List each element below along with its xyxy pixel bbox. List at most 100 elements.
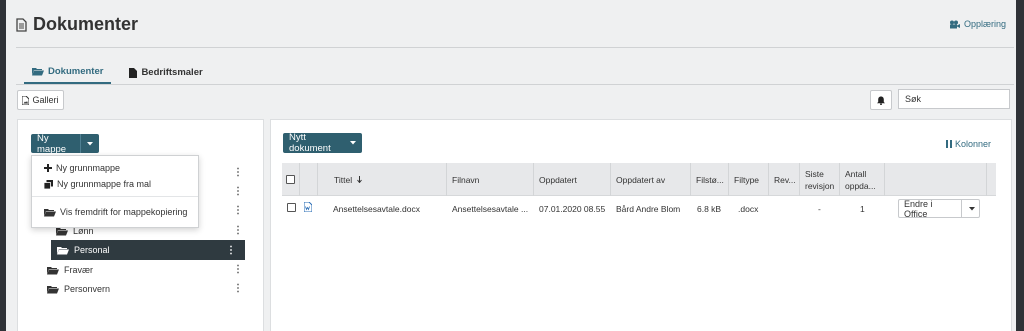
menu-item-new-root-folder[interactable]: Ny grunnmappe: [44, 163, 120, 173]
column-header-title[interactable]: Tittel: [317, 163, 446, 196]
tabs-divider: [16, 84, 1014, 85]
column-header-filename[interactable]: Filnavn: [446, 163, 533, 196]
tree-item-label: Personal: [74, 245, 110, 255]
folder-menu-dots[interactable]: ⋮: [233, 284, 243, 294]
column-header-updated[interactable]: Oppdatert: [533, 163, 610, 196]
search-input[interactable]: [898, 89, 1010, 109]
tab-bar: Dokumenter Bedriftsmaler: [24, 64, 211, 84]
file-icon: [129, 67, 138, 78]
window-edge-left: [0, 0, 6, 331]
folder-open-icon: [47, 266, 59, 275]
cell-filetype: .docx: [738, 204, 759, 214]
caret-down-icon: [350, 141, 356, 145]
folder-menu-dots[interactable]: ⋮: [233, 168, 243, 178]
notifications-button[interactable]: [870, 90, 892, 110]
menu-item-show-copy-progress[interactable]: Vis fremdrift for mappekopiering: [44, 207, 187, 217]
edit-in-office-button[interactable]: Endre i Office: [898, 199, 980, 219]
bell-icon: [877, 96, 885, 105]
column-header-update-count[interactable]: Antall oppda...: [839, 163, 884, 196]
training-link-label: Opplæring: [963, 19, 1006, 29]
folder-menu-dots[interactable]: ⋮: [226, 245, 236, 256]
page-title-text: Dokumenter: [33, 14, 139, 34]
menu-item-new-root-from-template[interactable]: Ny grunnmappe fra mal: [44, 179, 151, 189]
cell-filesize: 6.8 kB: [697, 204, 722, 214]
new-folder-label: Ny mappe: [31, 133, 81, 155]
new-document-label: Nytt dokument: [289, 132, 331, 154]
column-header-label: Rev...: [774, 174, 796, 185]
select-all-checkbox[interactable]: [286, 175, 295, 184]
columns-button[interactable]: Kolonner: [945, 139, 991, 149]
folder-open-icon: [47, 285, 59, 294]
gallery-label: Galleri: [32, 95, 59, 105]
tree-item-personvern[interactable]: Personvern: [47, 284, 110, 294]
row-checkbox[interactable]: [287, 203, 296, 212]
folder-menu-dots[interactable]: ⋮: [233, 226, 243, 236]
column-header-label: oppda...: [845, 180, 876, 191]
select-all-header: [282, 163, 299, 196]
cell-updated: 07.01.2020 08.55: [539, 204, 606, 214]
cell-update-count: 1: [860, 204, 865, 214]
menu-item-label: Vis fremdrift for mappekopiering: [60, 207, 188, 217]
new-folder-dropdown: Ny grunnmappe Ny grunnmappe fra mal Vis …: [31, 155, 199, 228]
column-header-filesize[interactable]: Filstø...: [690, 163, 728, 196]
column-header-label: Antall: [845, 168, 867, 179]
menu-divider: [32, 196, 198, 197]
column-header-filetype[interactable]: Filtype: [728, 163, 768, 196]
menu-item-label: Ny grunnmappe fra mal: [57, 179, 152, 189]
training-link[interactable]: Opplæring: [949, 19, 1006, 29]
caret-down-icon[interactable]: [965, 206, 979, 211]
column-header-last-revision[interactable]: Siste revisjon: [799, 163, 839, 196]
document-icon: [16, 17, 27, 32]
column-header-scroll: [986, 163, 996, 196]
column-header-label: Siste: [805, 168, 824, 179]
cell-title[interactable]: Ansettelsesavtale.docx: [333, 204, 420, 214]
icon-column-header: [299, 163, 317, 196]
folder-menu-dots[interactable]: ⋮: [233, 187, 243, 197]
folder-open-icon: [57, 246, 69, 255]
tab-label: Bedriftsmaler: [141, 67, 203, 78]
columns-label: Kolonner: [954, 139, 991, 149]
video-icon: [949, 20, 960, 29]
edit-in-office-label: Endre i Office: [899, 199, 962, 219]
column-header-label: Filstø...: [696, 174, 724, 185]
column-header-label: Oppdatert av: [616, 174, 666, 185]
table-header: Tittel Filnavn Oppdatert Oppdatert av Fi…: [282, 163, 996, 196]
folder-menu-dots[interactable]: ⋮: [233, 206, 243, 216]
tab-company-templates[interactable]: Bedriftsmaler: [121, 64, 210, 84]
page-title: Dokumenter: [16, 14, 138, 35]
tree-item-label: Fravær: [64, 265, 93, 275]
plus-icon: [44, 164, 52, 172]
image-file-icon: [22, 95, 30, 105]
cell-last-revision: -: [818, 204, 821, 214]
new-folder-button[interactable]: Ny mappe: [31, 133, 99, 155]
column-header-label: revisjon: [805, 180, 835, 191]
header-divider: [16, 47, 1014, 48]
tree-item-label: Personvern: [64, 284, 111, 294]
column-header-revision[interactable]: Rev...: [768, 163, 799, 196]
tree-item-personal[interactable]: Personal ⋮: [51, 240, 245, 260]
window-edge-right: [1016, 0, 1024, 331]
column-header-updated-by[interactable]: Oppdatert av: [610, 163, 690, 196]
sort-down-icon: [357, 176, 362, 183]
cell-filename: Ansettelsesavtale ...: [452, 204, 529, 214]
column-header-label: Oppdatert: [539, 174, 577, 185]
folder-open-icon: [44, 208, 56, 217]
copy-icon: [44, 179, 53, 189]
tree-item-fravaer[interactable]: Fravær: [47, 265, 93, 275]
word-document-icon: [304, 202, 312, 212]
new-document-button[interactable]: Nytt dokument: [283, 132, 362, 154]
column-header-label: Filtype: [734, 174, 760, 185]
document-panel: [270, 119, 1012, 331]
column-header-label: Tittel: [334, 174, 353, 185]
folder-menu-dots[interactable]: ⋮: [233, 265, 243, 275]
gallery-button[interactable]: Galleri: [17, 90, 64, 110]
column-header-label: Filnavn: [452, 174, 480, 185]
caret-down-icon: [81, 141, 99, 146]
menu-item-label: Ny grunnmappe: [56, 163, 121, 173]
tab-documents[interactable]: Dokumenter: [24, 64, 112, 84]
columns-icon: [945, 140, 952, 148]
tab-label: Dokumenter: [48, 66, 104, 77]
cell-updated-by: Bård Andre Blom: [616, 204, 681, 214]
folder-open-icon: [32, 67, 44, 76]
column-header-actions: [884, 163, 986, 196]
